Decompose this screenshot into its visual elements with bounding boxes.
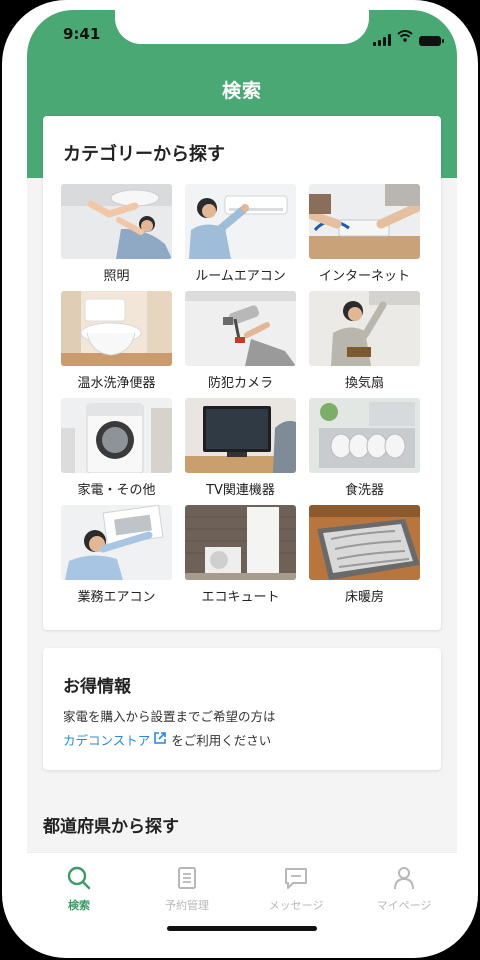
category-grid: 照明 ルームエアコン インターネット 温水洗浄便器 防犯カメラ 換気扇 家電・そ…	[61, 184, 424, 612]
tab-label: 検索	[68, 899, 90, 912]
side-button-mute	[2, 154, 8, 188]
tab-search[interactable]: 検索	[29, 865, 129, 913]
internet-router-photo	[309, 184, 420, 259]
tab-label: メッセージ	[268, 899, 324, 912]
status-time: 9:41	[63, 25, 101, 43]
deals-heading: お得情報	[63, 677, 131, 697]
category-label: 床暖房	[344, 590, 384, 605]
prefecture-heading: 都道府県から探す	[43, 817, 179, 837]
side-button-volume-up	[2, 222, 8, 282]
deals-link-line: カデコンストア をご利用ください	[63, 730, 271, 749]
ceiling-light-photo	[61, 184, 172, 259]
app-screen: 9:41 検索 カテゴリーから探す 照明 ルームエアコン インターネット 温水洗…	[27, 10, 457, 940]
category-label: 食洗器	[344, 483, 384, 498]
category-internet[interactable]: インターネット	[309, 184, 420, 291]
television-photo	[185, 398, 296, 473]
home-indicator[interactable]	[167, 926, 317, 931]
category-label: 業務エアコン	[77, 590, 156, 605]
search-icon	[66, 866, 92, 895]
category-label: ルームエアコン	[195, 269, 286, 284]
tab-label: 予約管理	[165, 899, 209, 912]
page-title: 検索	[221, 80, 262, 102]
deals-link-suffix: をご利用ください	[171, 733, 272, 748]
wifi-icon	[397, 27, 413, 46]
air-conditioner-photo	[185, 184, 296, 259]
category-heading: カテゴリーから探す	[63, 144, 225, 165]
category-room-aircon[interactable]: ルームエアコン	[185, 184, 296, 291]
tab-label: マイページ	[376, 899, 432, 912]
category-label: インターネット	[318, 269, 410, 284]
document-list-icon	[174, 867, 200, 895]
store-link[interactable]: カデコンストア	[63, 730, 150, 749]
category-label: エコキュート	[201, 590, 280, 605]
deals-description: 家電を購入から設置までご希望の方は	[63, 709, 276, 724]
security-camera-photo	[185, 291, 296, 366]
category-label: 照明	[103, 269, 130, 284]
chat-bubble-icon	[283, 868, 309, 895]
tab-messages[interactable]: メッセージ	[246, 865, 346, 913]
tab-mypage[interactable]: マイページ	[354, 865, 454, 913]
toilet-photo	[61, 291, 172, 366]
phone-frame: 9:41 検索 カテゴリーから探す 照明 ルームエアコン インターネット 温水洗…	[2, 0, 478, 958]
status-icons	[373, 27, 444, 46]
category-lighting[interactable]: 照明	[61, 184, 172, 291]
category-label: 家電・その他	[77, 483, 156, 498]
category-appliances[interactable]: 家電・その他	[61, 398, 172, 505]
dishwasher-photo	[309, 398, 420, 473]
category-commercial-aircon[interactable]: 業務エアコン	[61, 505, 172, 612]
category-card: カテゴリーから探す 照明 ルームエアコン インターネット 温水洗浄便器 防犯カメ…	[43, 116, 441, 630]
floor-heating-photo	[309, 505, 420, 580]
category-dishwasher[interactable]: 食洗器	[309, 398, 420, 505]
category-toilet[interactable]: 温水洗浄便器	[61, 291, 172, 398]
category-floor-heating[interactable]: 床暖房	[309, 505, 420, 612]
water-heater-photo	[185, 505, 296, 580]
battery-icon	[419, 36, 444, 46]
category-label: TV関連機器	[206, 483, 275, 498]
category-label: 換気扇	[344, 376, 384, 391]
ventilation-fan-photo	[309, 291, 420, 366]
category-label: 防犯カメラ	[207, 376, 273, 391]
deals-card: お得情報 家電を購入から設置までご希望の方は カデコンストア をご利用ください	[43, 648, 441, 770]
signal-icon	[373, 34, 391, 46]
tab-reservations[interactable]: 予約管理	[137, 865, 237, 913]
category-security-camera[interactable]: 防犯カメラ	[185, 291, 296, 398]
category-label: 温水洗浄便器	[77, 376, 156, 391]
notch	[115, 10, 369, 44]
external-link-icon[interactable]	[153, 731, 167, 748]
ceiling-aircon-photo	[61, 505, 172, 580]
category-ventilation-fan[interactable]: 換気扇	[309, 291, 420, 398]
washing-machine-photo	[61, 398, 172, 473]
side-button-volume-down	[2, 296, 8, 356]
category-ecocute[interactable]: エコキュート	[185, 505, 296, 612]
category-tv-equipment[interactable]: TV関連機器	[185, 398, 296, 505]
user-icon	[391, 867, 417, 895]
